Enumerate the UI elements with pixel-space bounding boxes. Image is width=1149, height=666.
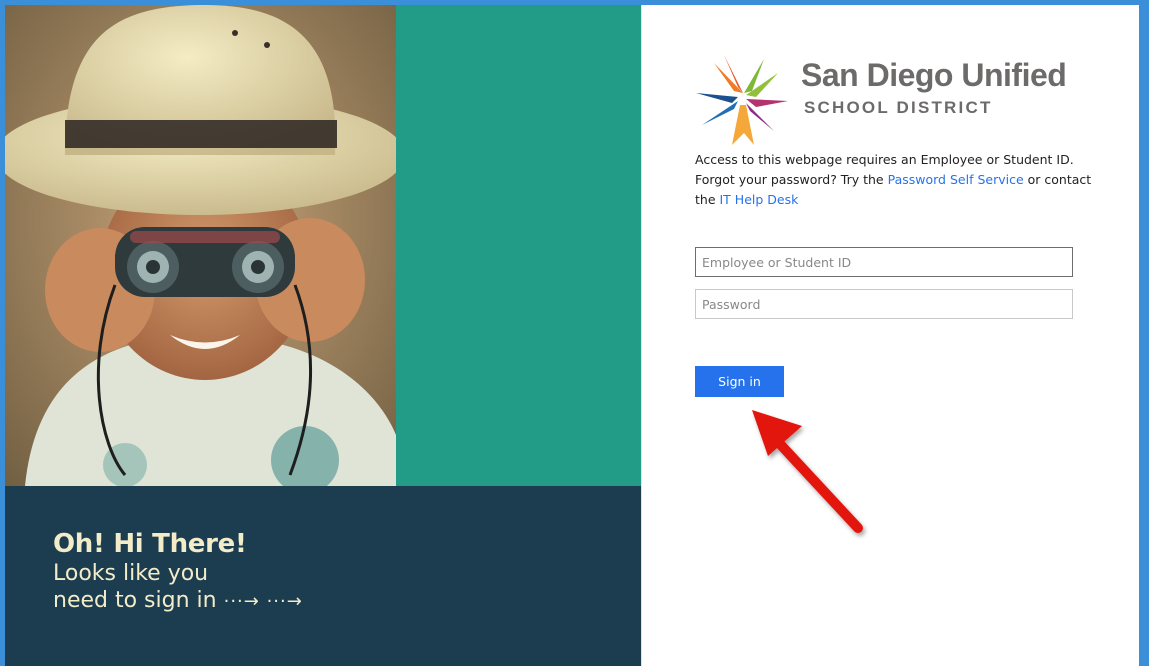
sign-in-button[interactable]: Sign in <box>695 366 784 397</box>
password-input[interactable] <box>695 289 1073 319</box>
district-subtitle: SCHOOL DISTRICT <box>804 98 993 117</box>
dotted-arrow-icon: ···→ ···→ <box>223 591 303 612</box>
photo-illustration <box>5 5 396 486</box>
employee-student-id-input[interactable] <box>695 247 1073 277</box>
district-name: San Diego Unified <box>801 57 1067 93</box>
window-right-edge <box>1139 5 1144 666</box>
password-self-service-link[interactable]: Password Self Service <box>888 172 1024 187</box>
greeting-line-1: Looks like you <box>53 561 209 586</box>
greeting-text: Oh! Hi There! Looks like you need to sig… <box>53 528 303 615</box>
district-logo: San Diego Unified SCHOOL DISTRICT <box>694 55 1084 145</box>
child-binoculars-photo <box>5 5 396 486</box>
teal-color-block <box>396 5 641 486</box>
it-help-desk-link[interactable]: IT Help Desk <box>720 192 799 207</box>
access-notice: Access to this webpage requires an Emplo… <box>695 150 1095 210</box>
greeting-headline: Oh! Hi There! <box>53 529 247 559</box>
sdusd-star-logo-icon <box>696 55 788 145</box>
greeting-line-2: need to sign in ···→ ···→ <box>53 587 303 615</box>
red-pointer-arrow-icon <box>752 410 863 533</box>
greeting-line-2-text: need to sign in <box>53 588 217 613</box>
